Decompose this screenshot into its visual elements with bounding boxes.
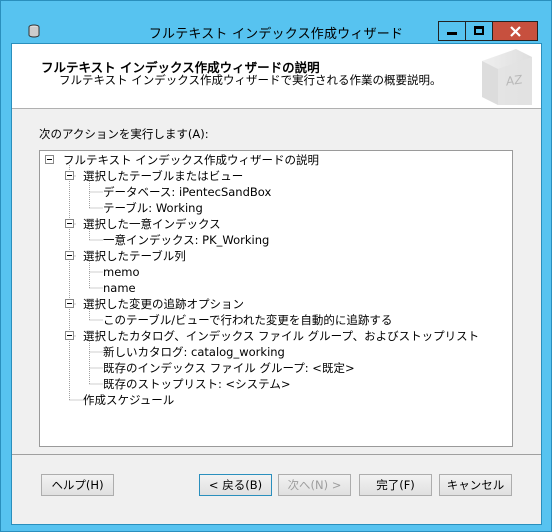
tree-collapse-group-5[interactable] <box>65 331 74 340</box>
tree-root[interactable]: フルテキスト インデックス作成ウィザードの説明 <box>63 153 319 167</box>
page-subtitle: フルテキスト インデックス作成ウィザードで実行される作業の概要説明。 <box>59 73 442 87</box>
book-label: AZ <box>506 72 522 88</box>
footer-divider <box>12 454 541 455</box>
tree-group-catalog[interactable]: 選択したカタログ、インデックス ファイル グループ、およびストップリスト <box>83 329 479 343</box>
tree-item-table[interactable]: テーブル: Working <box>103 201 203 215</box>
close-button[interactable] <box>492 21 538 41</box>
back-button[interactable]: < 戻る(B) <box>199 474 272 496</box>
finish-button[interactable]: 完了(F) <box>359 474 432 496</box>
tree-collapse-group-1[interactable] <box>65 171 74 180</box>
tree-item-stoplist[interactable]: 既存のストップリスト: <システム> <box>103 377 290 391</box>
minimize-icon <box>447 32 457 35</box>
tree-collapse-group-2[interactable] <box>65 219 74 228</box>
cancel-button[interactable]: キャンセル <box>439 474 512 496</box>
wizard-client-area: フルテキスト インデックス作成ウィザードの説明 フルテキスト インデックス作成ウ… <box>11 43 542 525</box>
title-bar[interactable]: フルテキスト インデックス作成ウィザード <box>1 1 551 42</box>
maximize-icon <box>474 26 484 35</box>
tree-group-columns[interactable]: 選択したテーブル列 <box>83 249 186 263</box>
wizard-header: フルテキスト インデックス作成ウィザードの説明 フルテキスト インデックス作成ウ… <box>12 44 541 109</box>
tree-item-schedule[interactable]: 作成スケジュール <box>83 393 174 407</box>
tree-item-filegroup[interactable]: 既存のインデックス ファイル グループ: <既定> <box>103 361 355 375</box>
tree-collapse-group-4[interactable] <box>65 299 74 308</box>
tree-collapse-root[interactable] <box>45 155 54 164</box>
close-icon <box>510 26 521 37</box>
wizard-window: フルテキスト インデックス作成ウィザード フルテキスト インデックス作成ウィザー… <box>0 0 552 532</box>
minimize-button[interactable] <box>438 21 466 41</box>
tree-group-change-tracking[interactable]: 選択した変更の追跡オプション <box>83 297 244 311</box>
tree-item-unique-index[interactable]: 一意インデックス: PK_Working <box>103 233 269 247</box>
tree-group-unique-index[interactable]: 選択した一意インデックス <box>83 217 221 231</box>
tree-item-column-memo[interactable]: memo <box>103 265 140 279</box>
actions-tree[interactable]: フルテキスト インデックス作成ウィザードの説明 選択したテーブルまたはビュー デ… <box>39 150 513 447</box>
tree-item-auto-tracking[interactable]: このテーブル/ビューで行われた変更を自動的に追跡する <box>103 313 392 327</box>
maximize-button[interactable] <box>465 21 493 41</box>
help-button[interactable]: ヘルプ(H) <box>41 474 114 496</box>
tree-item-column-name[interactable]: name <box>103 281 136 295</box>
actions-label: 次のアクションを実行します(A): <box>39 127 209 141</box>
tree-item-database[interactable]: データベース: iPentecSandBox <box>103 185 271 199</box>
next-button[interactable]: 次へ(N) > <box>278 474 351 496</box>
tree-item-new-catalog[interactable]: 新しいカタログ: catalog_working <box>103 345 285 359</box>
tree-group-table[interactable]: 選択したテーブルまたはビュー <box>83 169 243 183</box>
book-icon: AZ <box>482 49 532 105</box>
tree-collapse-group-3[interactable] <box>65 251 74 260</box>
